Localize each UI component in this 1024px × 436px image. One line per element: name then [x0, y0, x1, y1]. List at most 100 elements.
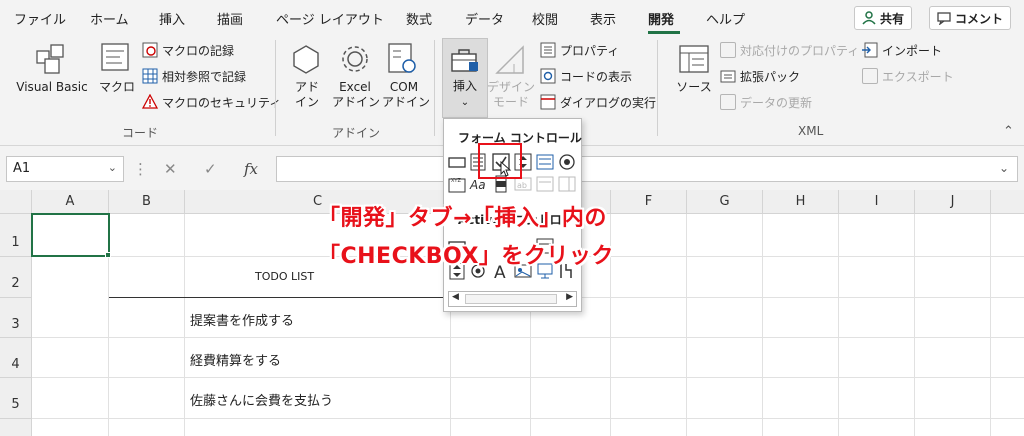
expansion-packs-button[interactable]: 拡張パック [720, 66, 800, 86]
button-control-icon[interactable] [448, 153, 466, 171]
combo-drop-edit-control-icon [558, 176, 576, 192]
share-label: 共有 [880, 11, 905, 26]
excel-addin-label-2: アドイン [332, 95, 381, 109]
column-header[interactable]: F [611, 190, 687, 214]
run-dialog-button[interactable]: ダイアログの実行 [540, 92, 656, 112]
column-header[interactable]: J [915, 190, 991, 214]
relative-reference-button[interactable]: 相対参照で記録 [142, 66, 246, 86]
visual-basic-button[interactable]: Visual Basic [12, 80, 92, 95]
column-header[interactable] [991, 190, 1024, 214]
tab-page-layout[interactable]: ページ レイアウト [276, 9, 384, 28]
insert-control-button[interactable]: 挿入 ⌄ [442, 38, 488, 118]
gear-icon [342, 46, 368, 72]
list-box-control-icon[interactable] [536, 153, 554, 171]
group-box-control-icon[interactable]: XYZ [448, 175, 466, 193]
com-addin-label-2: アドイン [382, 95, 431, 109]
gridline [32, 418, 1024, 419]
xml-source-button[interactable]: ソース [672, 80, 716, 95]
record-macro-label: マクロの記録 [162, 43, 235, 58]
macro-security-label: マクロのセキュリティ [162, 95, 282, 110]
addins-group-label: アドイン [332, 126, 381, 140]
row-header[interactable]: 1 [0, 214, 32, 257]
gridline [32, 377, 1024, 378]
relative-reference-label: 相対参照で記録 [162, 69, 247, 84]
relative-reference-icon [142, 68, 158, 84]
annotation-line-1: 「開発」タブ→「挿入」内の [318, 206, 607, 231]
group-separator [657, 40, 658, 136]
design-mode-button: デザイン モード [486, 80, 536, 110]
collapse-ribbon-icon[interactable]: ⌃ [1003, 124, 1014, 139]
row-header[interactable]: 5 [0, 378, 32, 419]
view-code-button[interactable]: コードの表示 [540, 66, 632, 86]
comment-button[interactable]: コメント [929, 6, 1012, 30]
code-group-label: コード [122, 126, 159, 140]
tab-developer[interactable]: 開発 [648, 9, 674, 28]
tab-draw[interactable]: 描画 [217, 9, 243, 28]
macro-icon [101, 43, 129, 71]
select-all-corner[interactable] [0, 190, 32, 214]
tab-review[interactable]: 校閲 [532, 9, 558, 28]
column-header[interactable]: A [32, 190, 109, 214]
row-header[interactable]: 3 [0, 298, 32, 338]
option-button-control-icon[interactable] [558, 153, 576, 171]
column-header[interactable]: H [763, 190, 839, 214]
addin-button[interactable]: アド イン [290, 80, 324, 110]
cancel-icon[interactable]: ✕ [164, 160, 177, 178]
enter-icon[interactable]: ✓ [204, 160, 217, 178]
tab-view[interactable]: 表示 [590, 9, 616, 28]
comment-label: コメント [955, 11, 1004, 26]
todo-list-title: TODO LIST [255, 270, 315, 283]
row-header[interactable]: 2 [0, 257, 32, 298]
macro-security-button[interactable]: マクロのセキュリティ [142, 92, 281, 112]
visual-basic-icon [36, 44, 64, 74]
selected-cell[interactable] [31, 213, 110, 257]
tab-file[interactable]: ファイル [14, 9, 66, 28]
mouse-cursor-icon [500, 161, 512, 177]
tab-formulas[interactable]: 数式 [406, 9, 432, 28]
xml-group-label: XML [798, 124, 824, 138]
import-label: インポート [882, 43, 943, 58]
horizontal-scrollbar[interactable]: ◀ ▶ [448, 291, 577, 307]
refresh-data-icon [720, 94, 736, 110]
fill-handle[interactable] [105, 252, 111, 258]
expand-formula-icon[interactable]: ⌄ [999, 161, 1009, 175]
record-macro-icon [142, 42, 158, 58]
todo-item: 経費精算をする [190, 354, 282, 369]
run-dialog-icon [540, 94, 556, 110]
design-mode-icon [495, 45, 524, 74]
row-header[interactable] [0, 419, 32, 436]
properties-label: プロパティ [560, 43, 620, 58]
tab-insert[interactable]: 挿入 [159, 9, 185, 28]
column-header[interactable]: B [109, 190, 185, 214]
column-header[interactable]: I [839, 190, 915, 214]
excel-addin-button[interactable]: Excel アドイン [332, 80, 381, 110]
macro-button[interactable]: マクロ [97, 80, 137, 95]
insert-function-icon[interactable]: fx [244, 160, 258, 178]
name-box[interactable]: A1 ⌄ [6, 156, 124, 182]
column-header[interactable]: G [687, 190, 763, 214]
import-button[interactable]: インポート [862, 40, 942, 60]
com-addin-button[interactable]: COM アドイン [382, 80, 430, 110]
addin-label-2: イン [294, 95, 319, 109]
row-header[interactable]: 4 [0, 338, 32, 378]
combo-list-edit-control-icon [536, 176, 554, 192]
tab-home[interactable]: ホーム [90, 9, 129, 28]
record-macro-button[interactable]: マクロの記録 [142, 40, 234, 60]
active-tab-indicator [648, 31, 680, 34]
warning-icon [142, 94, 158, 109]
share-button[interactable]: 共有 [854, 6, 913, 30]
formula-input[interactable]: ⌄ [276, 156, 1018, 182]
tab-help[interactable]: ヘルプ [706, 9, 745, 28]
tab-data[interactable]: データ [465, 9, 504, 28]
export-icon [862, 68, 878, 84]
scroll-right-icon[interactable]: ▶ [566, 292, 573, 302]
chevron-down-icon[interactable]: ⌄ [108, 161, 117, 174]
gridline [762, 214, 763, 436]
gridline [184, 214, 185, 436]
scrollbar-thumb[interactable] [465, 294, 557, 304]
scroll-left-icon[interactable]: ◀ [452, 292, 459, 302]
properties-button[interactable]: プロパティ [540, 40, 619, 60]
svg-text:XYZ: XYZ [451, 178, 461, 184]
com-addin-label-1: COM [389, 80, 419, 94]
more-options-icon[interactable]: ⋮ [133, 160, 148, 178]
